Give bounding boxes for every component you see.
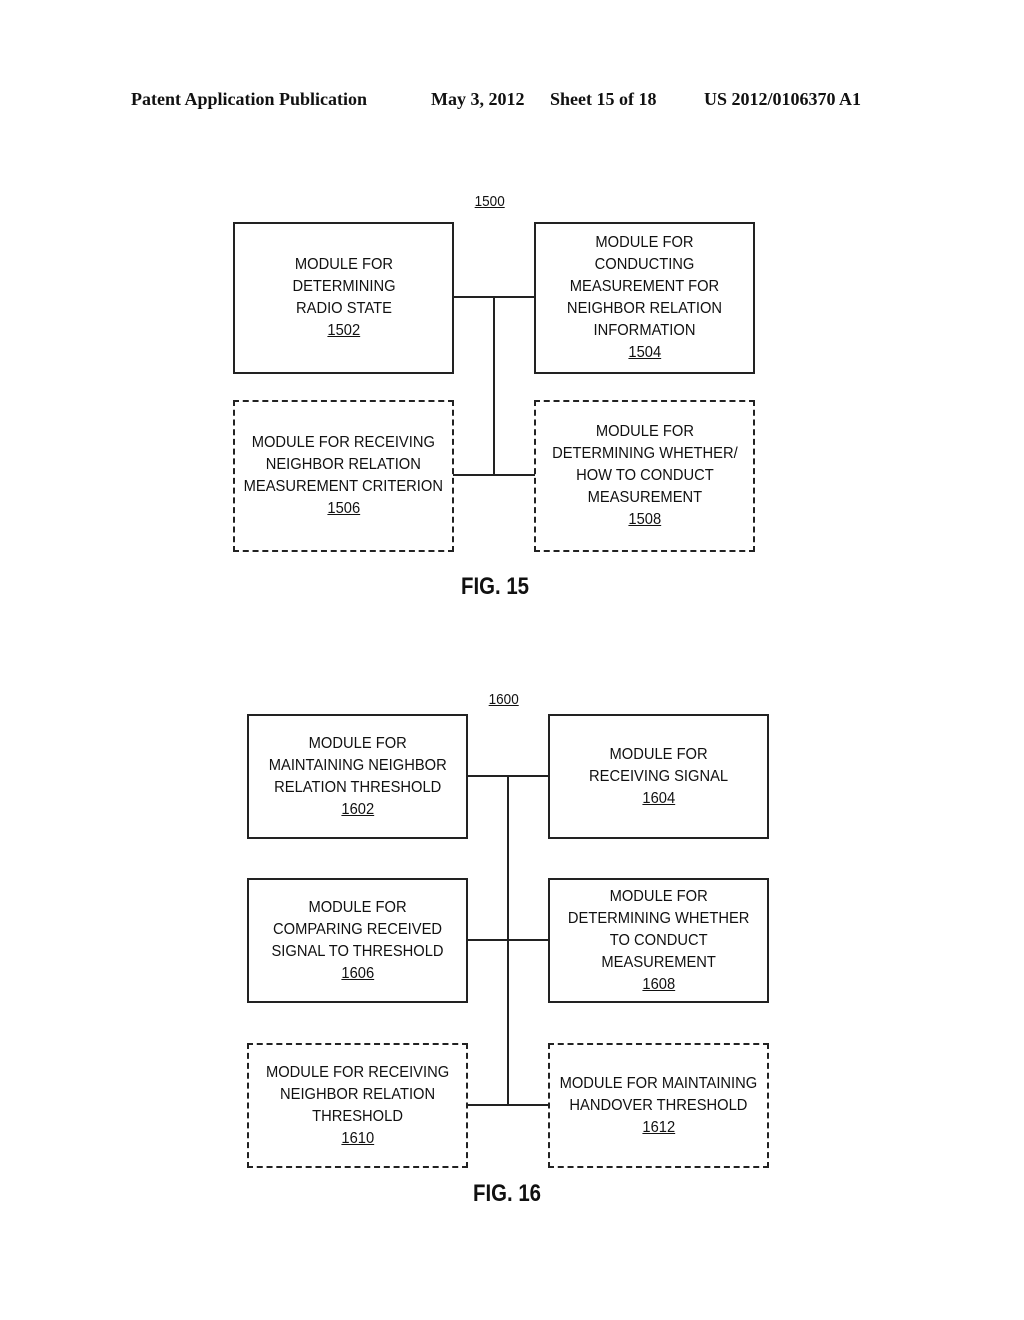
optional-module-box: MODULE FOR MAINTAINING HANDOVER THRESHOL…	[548, 1043, 769, 1168]
patent-header: Patent Application Publication May 3, 20…	[0, 89, 1024, 113]
connector	[493, 296, 495, 476]
module-label: MODULE FOR RECEIVING NEIGHBOR RELATION M…	[243, 434, 444, 495]
module-label: MODULE FOR DETERMINING RADIO STATE	[291, 256, 396, 317]
module-label: MODULE FOR MAINTAINING NEIGHBOR RELATION…	[268, 734, 447, 796]
patent-number: US 2012/0106370 A1	[704, 89, 862, 109]
module-label: MODULE FOR MAINTAINING HANDOVER THRESHOL…	[559, 1074, 758, 1114]
module-label: MODULE FOR COMPARING RECEIVED SIGNAL TO …	[271, 898, 444, 960]
module-box: MODULE FOR MAINTAINING NEIGHBOR RELATION…	[247, 714, 468, 839]
module-number: 1612	[642, 1118, 675, 1136]
module-label: MODULE FOR CONDUCTING MEASUREMENT FOR NE…	[566, 234, 723, 339]
module-box: MODULE FOR DETERMINING RADIO STATE 1502	[233, 222, 454, 374]
optional-module-box: MODULE FOR RECEIVING NEIGHBOR RELATION M…	[233, 400, 454, 552]
module-label: MODULE FOR RECEIVING SIGNAL	[588, 745, 729, 785]
module-label: MODULE FOR DETERMINING WHETHER TO CONDUC…	[567, 887, 750, 971]
optional-module-box: MODULE FOR RECEIVING NEIGHBOR RELATION T…	[247, 1043, 468, 1168]
module-number: 1502	[327, 322, 360, 339]
figure-15-caption: FIG. 15	[461, 573, 530, 600]
module-label: MODULE FOR RECEIVING NEIGHBOR RELATION T…	[265, 1063, 450, 1125]
module-number: 1604	[642, 789, 675, 807]
module-number: 1606	[341, 964, 374, 982]
publication-type: Patent Application Publication	[131, 89, 368, 109]
figure-16-ref: 1600	[488, 691, 519, 708]
connector	[453, 474, 535, 476]
module-box: MODULE FOR COMPARING RECEIVED SIGNAL TO …	[247, 878, 468, 1003]
module-box: MODULE FOR DETERMINING WHETHER TO CONDUC…	[548, 878, 769, 1003]
module-number: 1504	[628, 344, 661, 361]
module-box: MODULE FOR CONDUCTING MEASUREMENT FOR NE…	[534, 222, 755, 374]
figure-16-caption: FIG. 16	[473, 1180, 542, 1207]
connector	[467, 939, 549, 941]
connector	[467, 1104, 549, 1106]
module-number: 1608	[642, 975, 675, 993]
figure-15-ref: 1500	[474, 193, 505, 210]
sheet-number: Sheet 15 of 18	[550, 89, 657, 109]
module-number: 1610	[341, 1129, 374, 1147]
optional-module-box: MODULE FOR DETERMINING WHETHER/ HOW TO C…	[534, 400, 755, 552]
module-number: 1602	[341, 800, 374, 818]
module-box: MODULE FOR RECEIVING SIGNAL 1604	[548, 714, 769, 839]
module-number: 1506	[327, 500, 360, 517]
module-label: MODULE FOR DETERMINING WHETHER/ HOW TO C…	[551, 423, 738, 506]
module-number: 1508	[628, 511, 661, 528]
publication-date: May 3, 2012	[431, 89, 525, 109]
